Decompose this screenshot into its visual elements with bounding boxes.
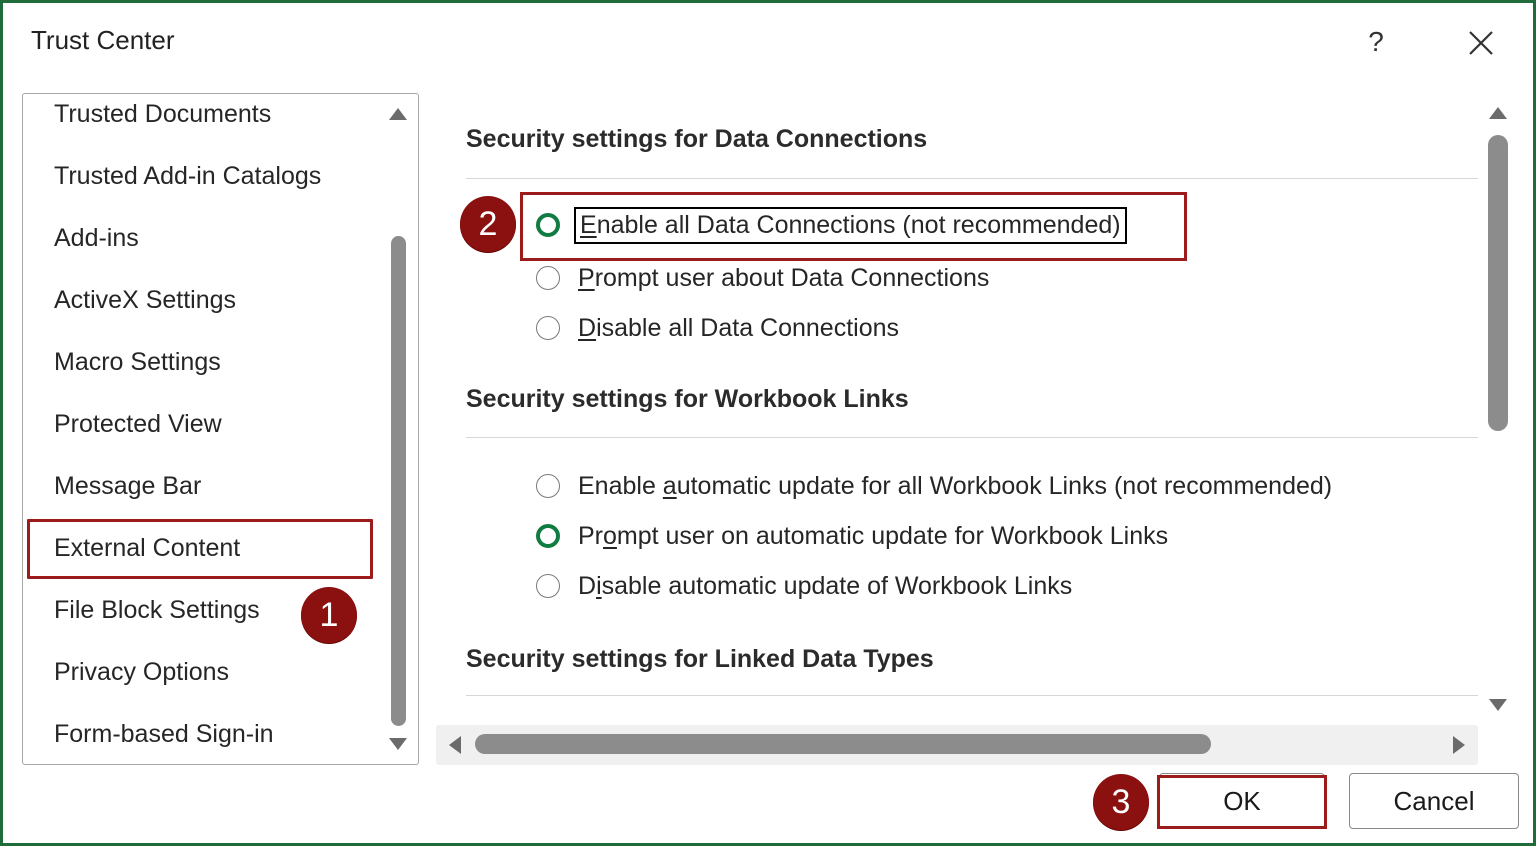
radio-option-prompt-user-automatic-update[interactable]: Prompt user on automatic update for Work… xyxy=(536,516,1168,556)
ok-button-highlight xyxy=(1157,775,1327,829)
section-title-linked-data-types: Security settings for Linked Data Types xyxy=(466,645,934,673)
content-scroll-up-arrow[interactable] xyxy=(1487,103,1509,123)
content-scroll-right-arrow[interactable] xyxy=(1449,734,1469,756)
sidebar-item-privacy-options[interactable]: Privacy Options xyxy=(54,658,229,687)
content-scroll-left-arrow[interactable] xyxy=(445,734,465,756)
sidebar-item-external-content[interactable]: External Content xyxy=(54,534,240,563)
radio-option-label: Disable automatic update of Workbook Lin… xyxy=(578,571,1073,600)
cancel-button[interactable]: Cancel xyxy=(1349,773,1519,829)
triangle-right-icon xyxy=(1453,736,1465,754)
sidebar-item-file-block-settings[interactable]: File Block Settings xyxy=(54,596,260,625)
sidebar-scroll-up-arrow[interactable] xyxy=(387,104,409,124)
radio-option-enable-automatic-update[interactable]: Enable automatic update for all Workbook… xyxy=(536,466,1332,506)
radio-button[interactable] xyxy=(536,474,560,498)
triangle-up-icon xyxy=(389,108,407,120)
section-divider xyxy=(466,178,1478,179)
triangle-left-icon xyxy=(449,736,461,754)
section-title-data-connections: Security settings for Data Connections xyxy=(466,125,928,153)
radio-button[interactable] xyxy=(536,574,560,598)
sidebar-item-message-bar[interactable]: Message Bar xyxy=(54,472,201,501)
trust-center-dialog: Trust Center ? Trusted Documents Trusted… xyxy=(0,0,1536,846)
sidebar-item-add-ins[interactable]: Add-ins xyxy=(54,224,139,253)
triangle-up-icon xyxy=(1489,107,1507,119)
radio-option-prompt-user-data-connections[interactable]: Prompt user about Data Connections xyxy=(536,258,989,298)
sidebar-item-protected-view[interactable]: Protected View xyxy=(54,410,222,439)
sidebar-nav: Trusted Documents Trusted Add-in Catalog… xyxy=(22,93,419,765)
sidebar-item-form-based-sign-in[interactable]: Form-based Sign-in xyxy=(54,720,274,749)
callout-badge-1: 1 xyxy=(301,587,357,643)
content-vertical-scrollbar-thumb[interactable] xyxy=(1488,135,1508,431)
radio-option-label: Prompt user on automatic update for Work… xyxy=(578,521,1169,550)
radio-button-checked[interactable] xyxy=(536,524,560,548)
section-divider xyxy=(466,437,1478,438)
sidebar-scrollbar-thumb[interactable] xyxy=(391,236,406,726)
close-icon xyxy=(1469,31,1493,55)
radio-button[interactable] xyxy=(536,266,560,290)
radio-option-disable-automatic-update[interactable]: Disable automatic update of Workbook Lin… xyxy=(536,566,1072,606)
triangle-down-icon xyxy=(389,738,407,750)
radio-option-enable-all-data-connections[interactable]: Enable all Data Connections (not recomme… xyxy=(536,205,1127,245)
callout-badge-3: 3 xyxy=(1093,774,1149,830)
section-title-workbook-links: Security settings for Workbook Links xyxy=(466,385,909,413)
triangle-down-icon xyxy=(1489,699,1507,711)
radio-option-label: Enable all Data Connections (not recomme… xyxy=(574,206,1127,244)
radio-button-checked[interactable] xyxy=(536,213,560,237)
close-button[interactable] xyxy=(1461,23,1501,63)
radio-option-disable-all-data-connections[interactable]: Disable all Data Connections xyxy=(536,308,899,348)
callout-badge-2: 2 xyxy=(460,196,516,252)
radio-option-label: Disable all Data Connections xyxy=(578,313,900,342)
section-divider xyxy=(466,695,1478,696)
help-button[interactable]: ? xyxy=(1359,23,1393,61)
content-horizontal-scrollbar-thumb[interactable] xyxy=(475,734,1211,754)
dialog-title: Trust Center xyxy=(31,25,175,55)
sidebar-item-macro-settings[interactable]: Macro Settings xyxy=(54,348,221,377)
sidebar-scroll-down-arrow[interactable] xyxy=(387,734,409,754)
radio-button[interactable] xyxy=(536,316,560,340)
sidebar-item-trusted-documents[interactable]: Trusted Documents xyxy=(54,100,271,129)
radio-option-label: Prompt user about Data Connections xyxy=(578,263,990,292)
sidebar-item-activex-settings[interactable]: ActiveX Settings xyxy=(54,286,236,315)
sidebar-item-trusted-add-in-catalogs[interactable]: Trusted Add-in Catalogs xyxy=(54,162,321,191)
content-scroll-down-arrow[interactable] xyxy=(1487,695,1509,715)
radio-option-label: Enable automatic update for all Workbook… xyxy=(578,471,1333,500)
